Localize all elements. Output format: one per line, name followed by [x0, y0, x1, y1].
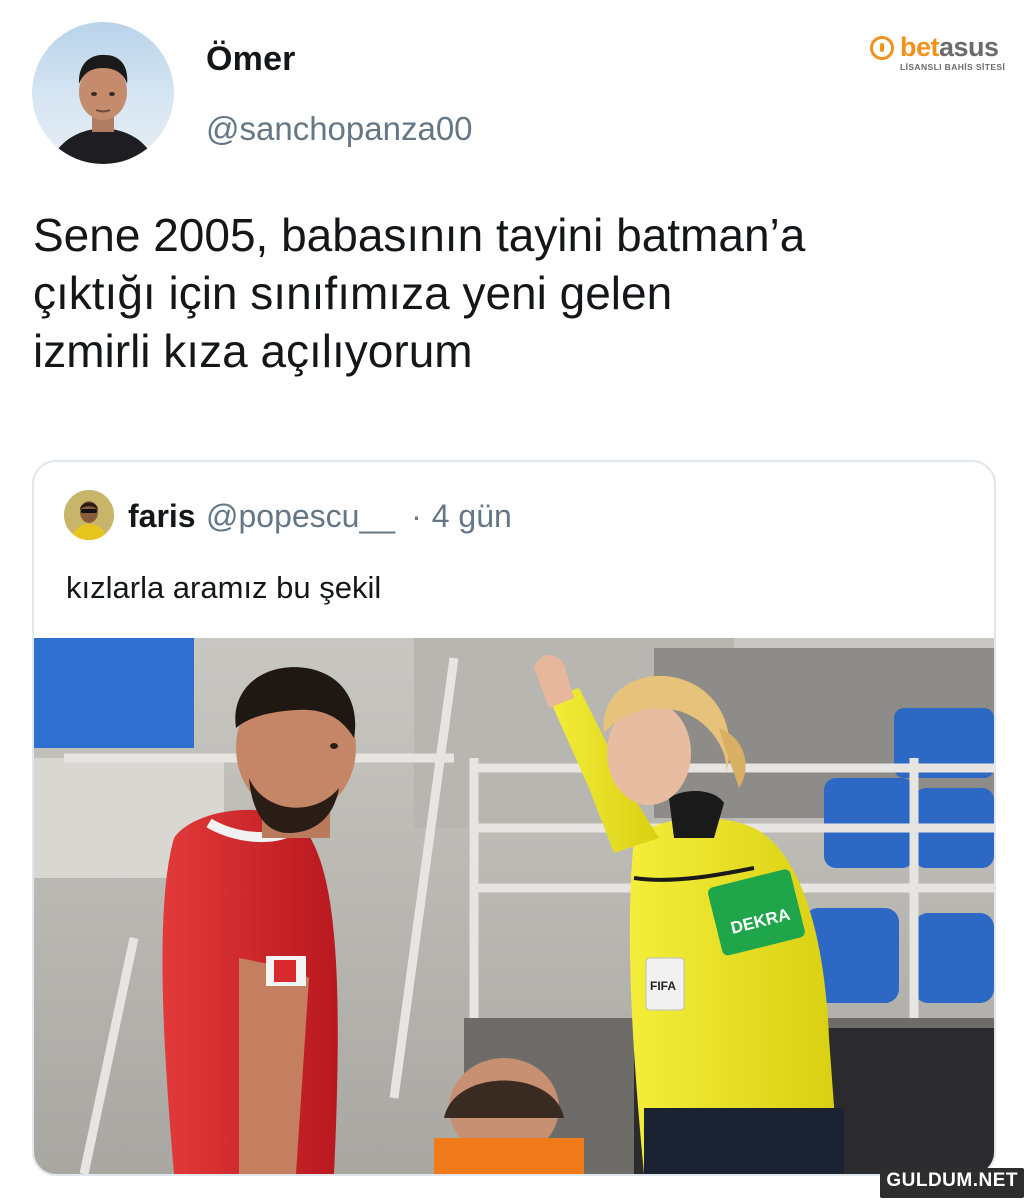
quoted-photo[interactable]: DEKRA FIFA — [34, 638, 994, 1174]
quoted-handle[interactable]: @popescu__ — [206, 498, 395, 534]
quoted-display-name[interactable]: faris — [128, 498, 196, 535]
quoted-tweet-card[interactable]: faris @popescu__ · 4 gün kızlarla aramız b… — [32, 460, 996, 1176]
brand-logo: betasus LİSANSLI BAHİS SİTESİ — [866, 30, 1006, 74]
tweet-text-line: izmirli kıza açılıyorum — [33, 325, 473, 377]
brand-power-icon — [870, 36, 894, 60]
brand-name-part-a: bet — [900, 32, 940, 62]
tweet-text: Sene 2005, babasının tayini batman’a çık… — [33, 206, 1013, 380]
quoted-meta: @popescu__ · 4 gün — [206, 498, 512, 535]
user-handle[interactable]: @sanchopanza00 — [206, 110, 473, 148]
avatar-portrait — [50, 54, 156, 164]
badge-text: FIFA — [650, 979, 676, 993]
brand-name-part-b: asus — [939, 32, 999, 62]
watermark: GULDUM.NET — [880, 1168, 1024, 1198]
brand-tagline: LİSANSLI BAHİS SİTESİ — [900, 62, 1006, 72]
brand-name: betasus — [900, 32, 999, 62]
profile-avatar[interactable] — [32, 22, 174, 164]
quoted-text: kızlarla aramız bu şekil — [66, 570, 382, 605]
quoted-avatar[interactable] — [64, 490, 114, 540]
stadium-seats-left — [34, 638, 194, 748]
quoted-timestamp[interactable]: 4 gün — [432, 498, 512, 534]
quoted-avatar-portrait — [64, 490, 114, 540]
tweet-text-line: Sene 2005, babasının tayini batman’a — [33, 209, 806, 261]
fifa-badge: FIFA — [645, 957, 685, 1011]
display-name[interactable]: Ömer — [206, 40, 296, 79]
tweet-text-line: çıktığı için sınıfımıza yeni gelen — [33, 267, 673, 319]
meta-separator: · — [411, 498, 422, 534]
